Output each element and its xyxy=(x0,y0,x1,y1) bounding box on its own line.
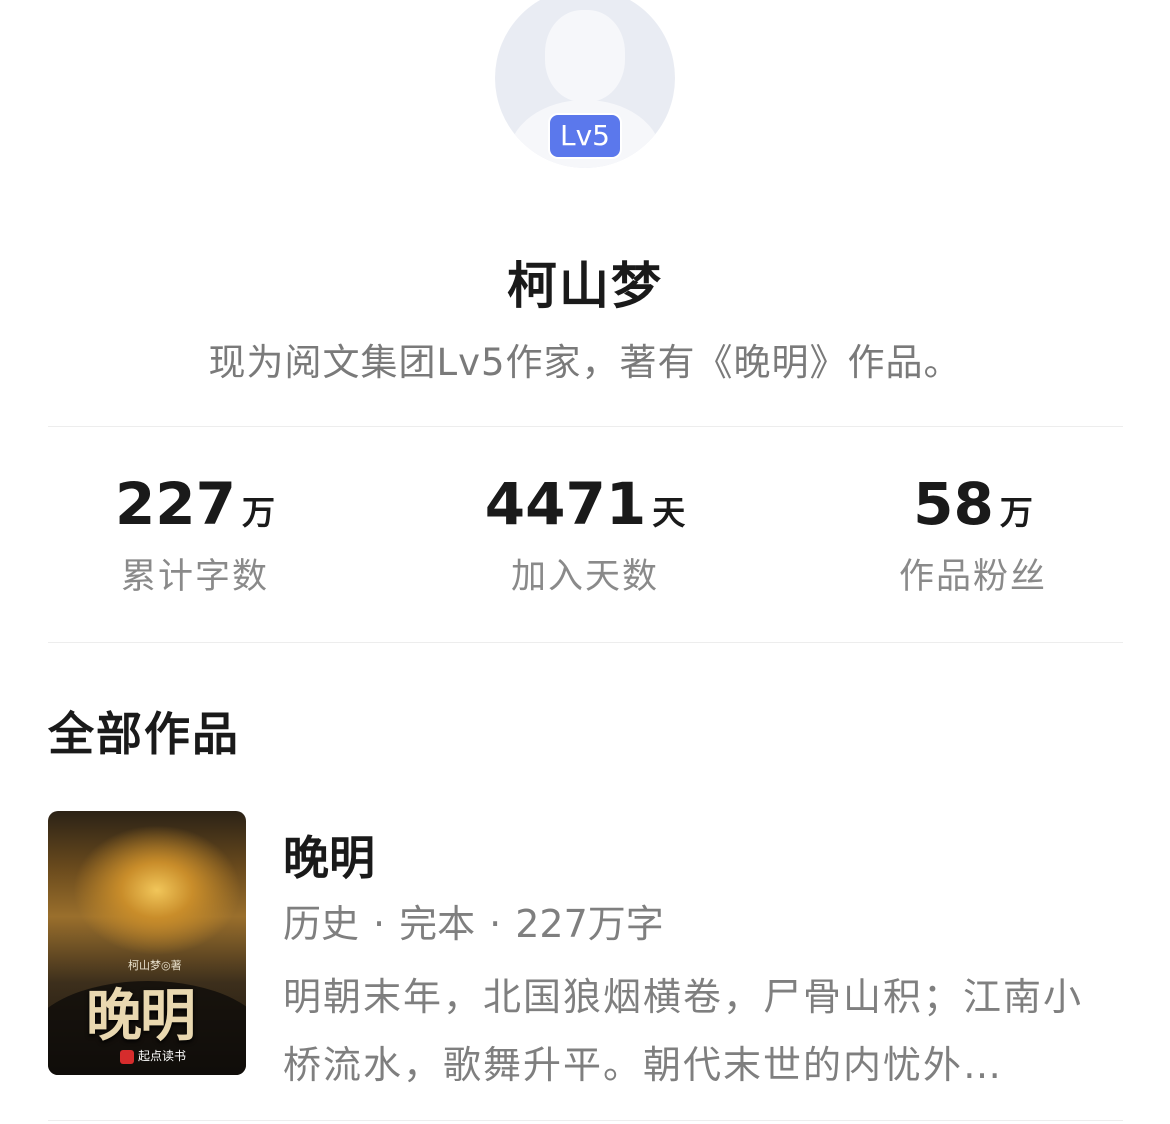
divider xyxy=(48,426,1123,427)
avatar-head-placeholder xyxy=(545,10,625,102)
book-word-count: 227万字 xyxy=(515,902,664,946)
book-title[interactable]: 晚明 xyxy=(283,822,375,888)
level-badge: Lv5 xyxy=(548,113,622,159)
stat-label: 加入天数 xyxy=(510,557,659,597)
stat-value: 58 xyxy=(913,470,994,538)
book-description: 明朝末年，北国狼烟横卷，尸骨山积；江南小桥流水，歌舞升平。朝代末世的内忧外… xyxy=(283,975,1084,1087)
book-status: 完本 xyxy=(399,902,476,946)
stat-unit: 万 xyxy=(242,493,276,532)
stat-unit: 万 xyxy=(999,493,1033,532)
book-meta: 历史 · 完本 · 227万字 xyxy=(283,893,664,948)
cover-publisher-name: 起点读书 xyxy=(138,1049,187,1063)
stat-unit: 天 xyxy=(652,493,686,532)
stat-join-days: 4471 天 加入天数 xyxy=(435,470,735,599)
meta-separator: · xyxy=(373,902,386,946)
book-genre: 历史 xyxy=(283,902,360,946)
author-bio: 现为阅文集团Lv5作家，著有《晚明》作品。 xyxy=(208,341,962,384)
book-cover[interactable]: 柯山梦◎著 晚明 起点读书 xyxy=(48,811,246,1075)
divider xyxy=(48,1120,1123,1121)
divider xyxy=(48,642,1123,643)
section-title-all-works: 全部作品 xyxy=(48,707,240,761)
stat-fans: 58 万 作品粉丝 xyxy=(823,470,1123,599)
stat-word-count: 227 万 累计字数 xyxy=(45,470,345,599)
cover-title: 晚明 xyxy=(86,983,196,1049)
stat-label: 累计字数 xyxy=(120,557,269,597)
stat-value: 227 xyxy=(114,470,237,538)
meta-separator: · xyxy=(489,902,502,946)
cover-publisher: 起点读书 xyxy=(120,1047,186,1064)
stat-value: 4471 xyxy=(484,470,647,538)
author-name: 柯山梦 xyxy=(507,257,663,315)
publisher-logo-icon xyxy=(120,1049,134,1064)
avatar-container[interactable]: Lv5 xyxy=(495,0,675,168)
stat-label: 作品粉丝 xyxy=(898,557,1047,597)
